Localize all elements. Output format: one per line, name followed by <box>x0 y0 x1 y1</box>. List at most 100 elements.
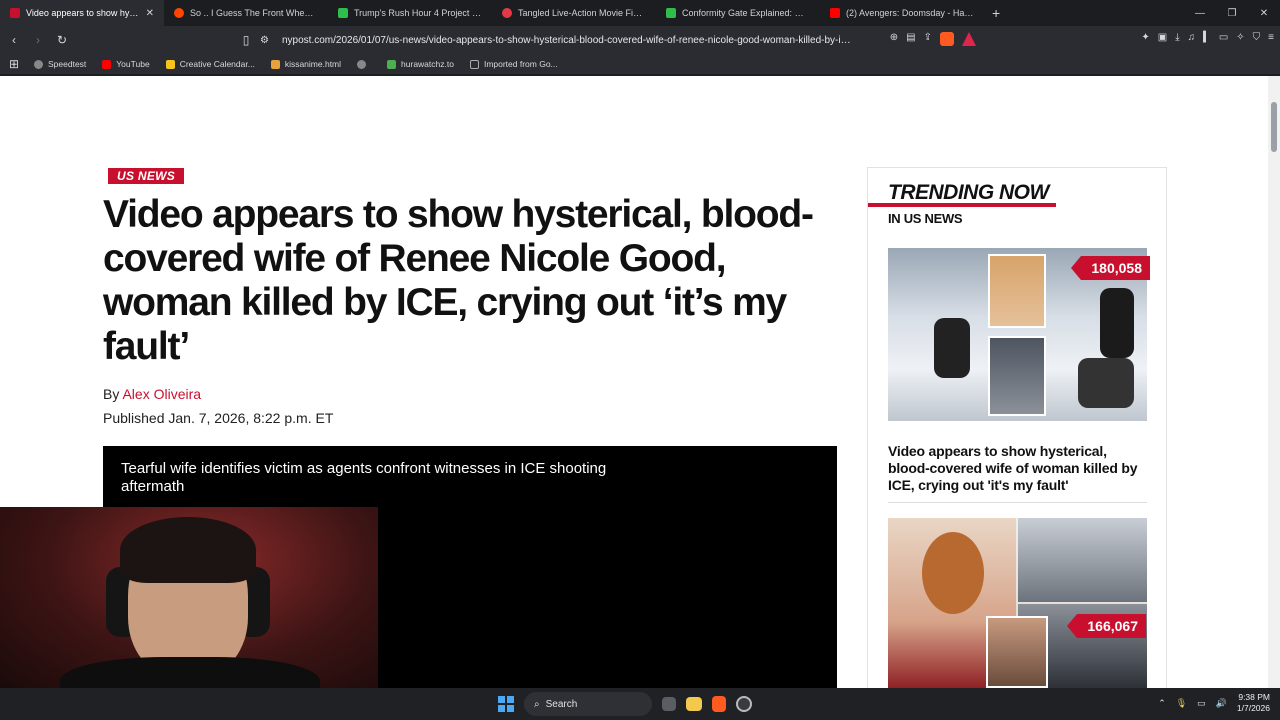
article-headline: Video appears to show hysterical, blood-… <box>103 193 814 368</box>
brave-browser-icon[interactable] <box>712 696 726 712</box>
hair <box>120 517 256 583</box>
vpn-icon[interactable]: ⛉ <box>1253 32 1261 43</box>
new-tab-button[interactable]: + <box>984 5 1008 21</box>
speedtest-icon <box>34 59 43 69</box>
obs-icon[interactable] <box>736 696 752 712</box>
published-date: Published Jan. 7, 2026, 8:22 p.m. ET <box>103 410 334 426</box>
web-page: US NEWS Video appears to show hysterical… <box>0 76 1268 688</box>
minimize-icon[interactable]: — <box>1184 0 1216 26</box>
bookmark-globe[interactable] <box>357 59 371 69</box>
globe-icon <box>357 59 367 69</box>
sidebar-icon[interactable]: ▍ <box>1203 32 1211 43</box>
inset-photo <box>988 254 1046 328</box>
reload-icon[interactable]: ↻ <box>52 30 72 50</box>
site-favicon-icon <box>666 8 676 18</box>
bookmark-label: Imported from Go... <box>483 59 558 69</box>
shirt <box>60 657 320 688</box>
network-icon[interactable]: ▭ <box>1197 698 1206 709</box>
inset-photo <box>988 336 1046 416</box>
address-bar-actions: ⊕ ▤ ⇪ <box>890 32 976 46</box>
clock-date: 1/7/2026 <box>1236 703 1270 713</box>
reader-icon[interactable]: ▤ <box>906 32 915 46</box>
forward-icon[interactable]: › <box>28 30 48 50</box>
tab[interactable]: Trump's Rush Hour 4 Project Is Gettir <box>328 0 492 26</box>
brave-rewards-icon[interactable] <box>962 32 976 46</box>
close-tab-icon[interactable]: ✕ <box>146 8 154 19</box>
close-window-icon[interactable]: ✕ <box>1248 0 1280 26</box>
download-icon[interactable]: ⤓ <box>1175 32 1179 43</box>
bookmark-creative-calendar[interactable]: Creative Calendar... <box>165 59 255 69</box>
window-controls: — ❐ ✕ <box>1184 0 1280 26</box>
tab[interactable]: (2) Avengers: Doomsday - Have Man <box>820 0 984 26</box>
bookmark-label: YouTube <box>116 59 150 69</box>
volume-icon[interactable]: 🔊 <box>1216 698 1227 709</box>
task-view-icon[interactable] <box>662 697 676 711</box>
apps-grid-icon[interactable]: ⊞ <box>4 54 24 74</box>
inset-photo <box>986 616 1048 688</box>
brave-shields-icon[interactable] <box>940 32 954 46</box>
taskbar-search[interactable]: ⌕ Search <box>524 692 652 716</box>
restore-icon[interactable]: ❐ <box>1216 0 1248 26</box>
tab-title: Conformity Gate Explained: Why Stra <box>682 8 810 18</box>
clock[interactable]: 9:38 PM 1/7/2026 <box>1237 692 1270 714</box>
trending-title: TRENDING NOW <box>888 181 1049 204</box>
menu-icon[interactable]: ≡ <box>1268 32 1274 43</box>
bookmark-speedtest[interactable]: Speedtest <box>34 59 86 69</box>
wallet-card-icon[interactable]: ▭ <box>1219 32 1228 43</box>
extensions-icon[interactable]: ✦ <box>1141 32 1149 43</box>
scrollbar-thumb[interactable] <box>1271 102 1277 152</box>
bookmark-kissanime[interactable]: kissanime.html <box>270 59 341 69</box>
leo-ai-icon[interactable]: ✧ <box>1236 32 1244 43</box>
photo-scene <box>1018 518 1147 602</box>
section-tag[interactable]: US NEWS <box>108 168 185 184</box>
bookmark-hurawatch[interactable]: hurawatchz.to <box>387 59 454 69</box>
trending-image-2[interactable] <box>888 518 1147 688</box>
tab[interactable]: So .. I Guess The Front Wheel Isn't M <box>164 0 328 26</box>
tab-bar: Video appears to show hysterica ✕ So .. … <box>0 0 1280 26</box>
microphone-icon[interactable]: 🎙 <box>1176 698 1187 709</box>
site-info-icon[interactable]: ⚙ <box>260 35 269 46</box>
bookmarks-bar: ⊞ Speedtest YouTube Creative Calendar...… <box>0 54 1280 74</box>
view-count-badge: 166,067 <box>1067 614 1146 638</box>
page-scrollbar[interactable] <box>1268 76 1280 688</box>
tab[interactable]: Tangled Live-Action Movie Finds Its L <box>492 0 656 26</box>
tab-title: So .. I Guess The Front Wheel Isn't M <box>190 8 318 18</box>
zoom-icon[interactable]: ⊕ <box>890 32 898 46</box>
site-favicon-icon <box>338 8 348 18</box>
search-label: Search <box>545 698 578 710</box>
search-icon: ⌕ <box>534 698 540 710</box>
webcam-overlay <box>0 507 378 688</box>
tab[interactable]: Conformity Gate Explained: Why Stra <box>656 0 820 26</box>
view-count-badge: 180,058 <box>1071 256 1150 280</box>
back-icon[interactable]: ‹ <box>4 30 24 50</box>
windows-start-icon[interactable] <box>498 696 514 712</box>
bookmark-imported-folder[interactable]: Imported from Go... <box>469 59 558 69</box>
clock-time: 9:38 PM <box>1238 692 1270 702</box>
site-favicon-icon <box>502 8 512 18</box>
bookmark-label: Creative Calendar... <box>179 59 255 69</box>
address-bar[interactable]: ⚙ nypost.com/2026/01/07/us-news/video-ap… <box>232 29 978 51</box>
bookmark-youtube[interactable]: YouTube <box>102 59 150 69</box>
calendar-icon <box>165 59 175 69</box>
share-icon[interactable]: ⇪ <box>924 32 932 46</box>
tab-title: Tangled Live-Action Movie Finds Its L <box>518 8 646 18</box>
taskbar: ⌕ Search ⌃ 🎙 ▭ 🔊 9:38 PM 1/7/2026 <box>0 688 1280 720</box>
nypost-favicon-icon <box>10 8 20 18</box>
file-explorer-icon[interactable] <box>686 697 702 711</box>
figure <box>934 318 970 378</box>
nav-bar: ‹ › ↻ ▯ ⚙ nypost.com/2026/01/07/us-news/… <box>0 26 1280 54</box>
tab-title: Trump's Rush Hour 4 Project Is Gettir <box>354 8 482 18</box>
video-caption: Tearful wife identifies victim as agents… <box>121 460 607 495</box>
divider <box>888 502 1147 503</box>
reddit-favicon-icon <box>174 8 184 18</box>
chevron-up-icon[interactable]: ⌃ <box>1158 698 1166 709</box>
taskbar-apps: ⌕ Search <box>498 692 752 716</box>
trending-headline-1[interactable]: Video appears to show hysterical, blood-… <box>888 443 1150 494</box>
media-icon[interactable]: ♫ <box>1188 32 1196 43</box>
bookmark-label: hurawatchz.to <box>401 59 454 69</box>
author-link[interactable]: Alex Oliveira <box>122 386 201 402</box>
trending-subtitle: IN US NEWS <box>888 211 963 226</box>
wallet-icon[interactable]: ▣ <box>1158 32 1167 43</box>
toolbar-icons: ✦ ▣ ⤓ ♫ ▍ ▭ ✧ ⛉ ≡ <box>1141 32 1274 43</box>
tab-active[interactable]: Video appears to show hysterica ✕ <box>0 0 164 26</box>
